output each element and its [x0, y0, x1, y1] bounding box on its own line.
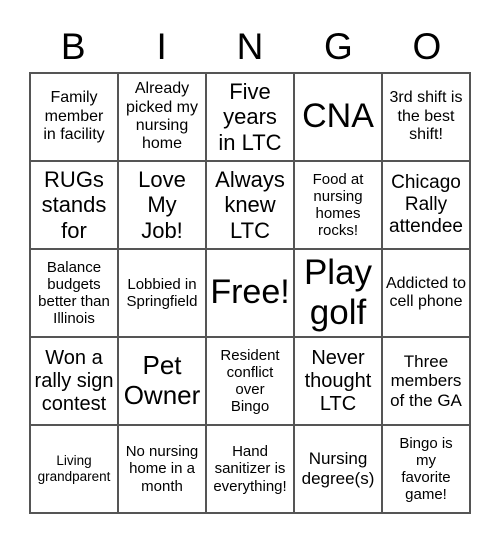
bingo-cell[interactable]: CNA [294, 73, 382, 161]
bingo-cell[interactable]: Five years in LTC [206, 73, 294, 161]
bingo-cell[interactable]: Addicted to cell phone [382, 249, 470, 337]
bingo-cell[interactable]: No nursing home in a month [118, 425, 206, 513]
bingo-cell[interactable]: Pet Owner [118, 337, 206, 425]
bingo-cell[interactable]: Always knew LTC [206, 161, 294, 249]
bingo-cell[interactable]: Living grandparent [30, 425, 118, 513]
bingo-cell[interactable]: Chicago Rally attendee [382, 161, 470, 249]
bingo-cell-free[interactable]: Free! [206, 249, 294, 337]
bingo-header: B I N G O [29, 22, 471, 72]
bingo-cell[interactable]: Won a rally sign contest [30, 337, 118, 425]
bingo-cell[interactable]: Never thought LTC [294, 337, 382, 425]
bingo-cell[interactable]: Food at nursing homes rocks! [294, 161, 382, 249]
bingo-cell[interactable]: Hand sanitizer is everything! [206, 425, 294, 513]
bingo-cell[interactable]: Already picked my nursing home [118, 73, 206, 161]
bingo-cell[interactable]: RUGs stands for [30, 161, 118, 249]
header-letter-o: O [412, 26, 442, 67]
bingo-cell[interactable]: Three members of the GA [382, 337, 470, 425]
bingo-cell[interactable]: Lobbied in Springfield [118, 249, 206, 337]
header-letter-i: I [156, 26, 167, 67]
header-letter-g: G [324, 26, 353, 67]
header-letter-n: N [236, 26, 264, 67]
bingo-cell[interactable]: Family member in facility [30, 73, 118, 161]
bingo-cell[interactable]: Resident conflict over Bingo [206, 337, 294, 425]
bingo-grid: Family member in facility Already picked… [29, 72, 471, 514]
bingo-cell[interactable]: Bingo is my favorite game! [382, 425, 470, 513]
bingo-cell[interactable]: Love My Job! [118, 161, 206, 249]
bingo-cell[interactable]: Nursing degree(s) [294, 425, 382, 513]
bingo-cell[interactable]: 3rd shift is the best shift! [382, 73, 470, 161]
bingo-cell[interactable]: Play golf [294, 249, 382, 337]
header-letter-b: B [60, 26, 86, 67]
bingo-cell[interactable]: Balance budgets better than Illinois [30, 249, 118, 337]
